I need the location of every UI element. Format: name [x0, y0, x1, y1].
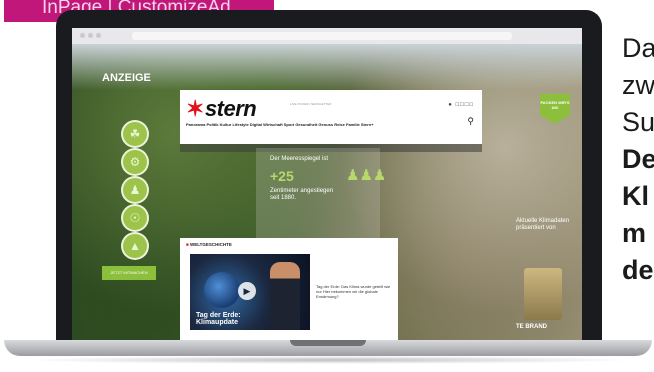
promo-bold-line: De	[622, 144, 654, 174]
laptop-notch	[290, 340, 366, 346]
promo-line: zw	[622, 70, 654, 100]
leaf-icon[interactable]: ☘	[121, 120, 149, 148]
window-control-icon[interactable]	[80, 33, 85, 38]
people-icon: ♟♟♟	[346, 167, 387, 184]
content-panel: ■ WELTGESCHICHTE ▶ Tag der Erde: Klimaup…	[180, 238, 398, 340]
car-icon[interactable]: ▲	[121, 232, 149, 260]
caption-line-2: Klimaupdate	[196, 319, 239, 326]
article-teaser[interactable]: Tag der Erde: Das Klima wurde geteilt wi…	[316, 284, 394, 299]
main-nav[interactable]: Panorama Politik Kultur Lifestyle Digita…	[186, 122, 373, 127]
star-icon: ✶	[186, 96, 204, 121]
section-heading[interactable]: ■ WELTGESCHICHTE	[186, 242, 232, 247]
address-bar[interactable]	[132, 32, 512, 40]
caption-line-1: Tag der Erde:	[196, 312, 241, 319]
climate-data-text: Aktuelle Klimadaten präsentiert von	[516, 218, 570, 231]
people-icon[interactable]: ♟	[121, 176, 149, 204]
globe-icon[interactable]: ☉	[121, 204, 149, 232]
laptop-screen: ANZEIGE ☘ ⚙ ♟ ☉ ▲ JETZT MITMACHEN ✶stern…	[72, 28, 582, 340]
badge-text: Zentimeter angestiegen seit 1880.	[270, 188, 334, 201]
browser-toolbar	[72, 28, 582, 44]
promo-bold-line: Kl	[622, 181, 649, 211]
laptop-shadow	[20, 356, 636, 364]
presenter-image	[270, 262, 300, 330]
promo-line: Da	[622, 33, 654, 63]
top-links[interactable]: LIVE-TICKER | NEWSLETTER	[290, 102, 331, 106]
window-control-icon[interactable]	[96, 33, 101, 38]
factory-icon[interactable]: ⚙	[121, 148, 149, 176]
promo-bold-line: m	[622, 218, 647, 248]
ad-label: ANZEIGE	[102, 72, 151, 84]
logo-text: stern	[204, 96, 257, 121]
window-control-icon[interactable]	[88, 33, 93, 38]
square-icon: ■	[186, 242, 189, 247]
video-caption: Tag der Erde: Klimaupdate	[196, 312, 241, 326]
header-icons[interactable]: ● □□□□	[448, 102, 474, 108]
play-icon[interactable]: ▶	[238, 282, 256, 300]
site-header: ✶stern LIVE-TICKER | NEWSLETTER ● □□□□ P…	[180, 90, 482, 144]
promo-bold-line: de	[622, 255, 654, 285]
promo-line: Su	[622, 107, 654, 137]
search-icon[interactable]: ⚲	[467, 116, 474, 127]
brand-label: TE BRAND	[516, 324, 547, 330]
promo-text: Da zw Su De Kl m de	[622, 30, 654, 289]
earth-image	[204, 272, 240, 308]
ad-cta-button[interactable]: JETZT MITMACHEN	[102, 266, 156, 280]
badge-title: Der Meeresspiegel ist	[270, 156, 329, 162]
video-teaser[interactable]: ▶ Tag der Erde: Klimaupdate	[190, 254, 310, 330]
stern-logo[interactable]: ✶stern	[186, 96, 257, 122]
product-image[interactable]	[524, 268, 562, 320]
section-heading-label: WELTGESCHICHTE	[189, 242, 232, 247]
sea-level-badge: Der Meeresspiegel ist +25 Zentimeter ang…	[256, 148, 386, 238]
badge-value: +25	[270, 168, 294, 184]
